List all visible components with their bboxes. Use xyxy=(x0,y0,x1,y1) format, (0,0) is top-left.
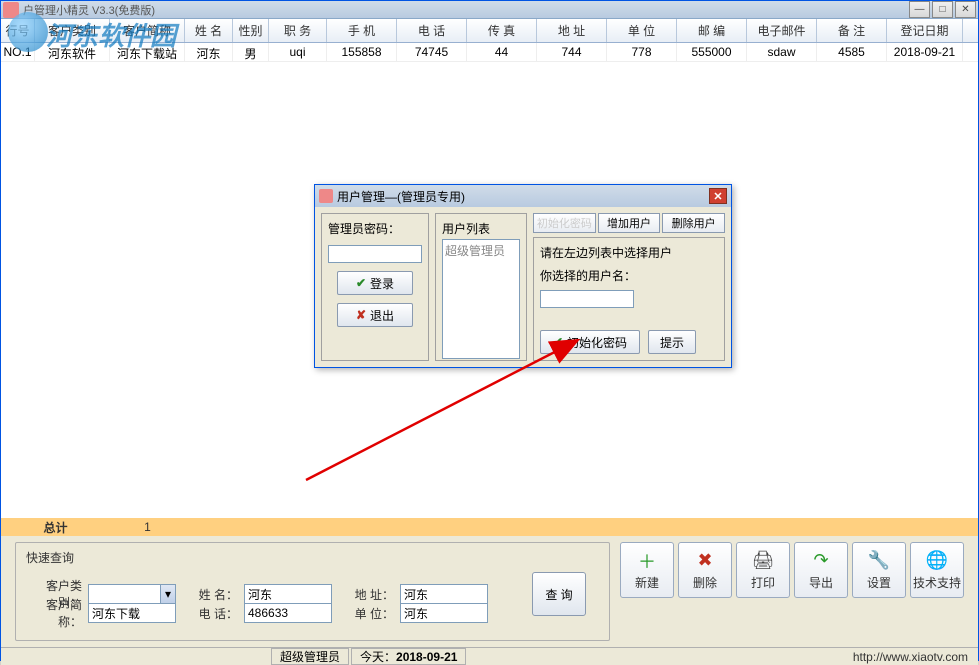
table-row[interactable]: NO.1河东软件河东下载站河东男uqi155858747454474477855… xyxy=(1,43,978,62)
tool-icon: 🖨 xyxy=(752,550,774,572)
check-icon: ✔ xyxy=(356,276,366,290)
tool-设置[interactable]: 🔧设置 xyxy=(852,542,906,598)
hint-button[interactable]: 提示 xyxy=(648,330,696,354)
unit-input[interactable] xyxy=(400,603,488,623)
hint-text: 请在左边列表中选择用户 xyxy=(540,244,718,261)
grid-header: 行号客户类别客户简称姓 名性别职 务手 机电 话传 真地 址单 位邮 编电子邮件… xyxy=(1,19,978,43)
tool-icon: ＋ xyxy=(636,550,658,572)
quick-search: 快速查询 客户类别： ▾ 姓 名： 地 址： 查 询 客户简称： 电 话： xyxy=(15,542,610,641)
col-header[interactable]: 邮 编 xyxy=(677,19,747,42)
app-icon xyxy=(3,2,19,18)
tool-技术支持[interactable]: 🌐技术支持 xyxy=(910,542,964,598)
search-title: 快速查询 xyxy=(26,549,599,566)
close-button[interactable]: ✕ xyxy=(955,1,976,18)
cell[interactable]: 44 xyxy=(467,43,537,61)
col-header[interactable]: 传 真 xyxy=(467,19,537,42)
titlebar[interactable]: 户管理小精灵 V3.3(免费版) — □ ✕ xyxy=(1,1,978,19)
col-header[interactable]: 手 机 xyxy=(327,19,397,42)
cell[interactable]: uqi xyxy=(269,43,327,61)
selected-label: 你选择的用户名： xyxy=(540,267,718,284)
status-bar: 超级管理员 今天：2018-09-21 http://www.xiaotv.co… xyxy=(1,647,978,665)
cell[interactable]: 河东下载站 xyxy=(110,43,185,61)
selected-user-input[interactable] xyxy=(540,290,634,308)
user-manage-dialog[interactable]: 用户管理—(管理员专用) ✕ 管理员密码： ✔登录 ✘退出 用户列表 超级管理员… xyxy=(314,184,732,368)
cell[interactable]: 155858 xyxy=(327,43,397,61)
cell[interactable]: 778 xyxy=(607,43,677,61)
col-header[interactable]: 地 址 xyxy=(537,19,607,42)
status-user: 超级管理员 xyxy=(271,648,349,665)
cell[interactable]: 4585 xyxy=(817,43,887,61)
admin-pwd-label: 管理员密码： xyxy=(328,220,400,237)
exit-button[interactable]: ✘退出 xyxy=(337,303,413,327)
dialog-title: 用户管理—(管理员专用) xyxy=(337,188,709,205)
window-title: 户管理小精灵 V3.3(免费版) xyxy=(23,2,909,18)
tool-打印[interactable]: 🖨打印 xyxy=(736,542,790,598)
status-url[interactable]: http://www.xiaotv.com xyxy=(853,650,978,664)
init-pwd-button[interactable]: ✔初始化密码 xyxy=(540,330,640,354)
tab-del-user[interactable]: 删除用户 xyxy=(662,213,725,233)
tab-init-pwd[interactable]: 初始化密码 xyxy=(533,213,596,233)
action-panel: 初始化密码 增加用户 删除用户 请在左边列表中选择用户 你选择的用户名： ✔初始… xyxy=(533,213,725,361)
tool-icon: ↷ xyxy=(810,550,832,572)
total-count: 1 xyxy=(110,520,185,534)
status-date: 今天：2018-09-21 xyxy=(351,648,466,665)
tool-删除[interactable]: ✖删除 xyxy=(678,542,732,598)
tool-icon: 🌐 xyxy=(926,550,948,572)
tool-icon: 🔧 xyxy=(868,550,890,572)
cell[interactable]: 555000 xyxy=(677,43,747,61)
col-header[interactable]: 行号 xyxy=(1,19,35,42)
check-icon: ✔ xyxy=(553,335,563,349)
col-header[interactable]: 职 务 xyxy=(269,19,327,42)
short-label: 客户简称： xyxy=(26,596,82,630)
dialog-icon xyxy=(319,189,333,203)
cell[interactable]: 河东 xyxy=(185,43,233,61)
col-header[interactable]: 登记日期 xyxy=(887,19,963,42)
admin-pwd-input[interactable] xyxy=(328,245,422,263)
x-icon: ✘ xyxy=(356,308,366,322)
unit-label: 单 位： xyxy=(338,605,394,622)
col-header[interactable]: 性别 xyxy=(233,19,269,42)
tool-icon: ✖ xyxy=(694,550,716,572)
cell[interactable]: NO.1 xyxy=(1,43,35,61)
bottom-panel: 快速查询 客户类别： ▾ 姓 名： 地 址： 查 询 客户简称： 电 话： xyxy=(1,536,978,647)
cell[interactable]: 河东软件 xyxy=(35,43,110,61)
login-button[interactable]: ✔登录 xyxy=(337,271,413,295)
tool-导出[interactable]: ↷导出 xyxy=(794,542,848,598)
col-header[interactable]: 客户类别 xyxy=(35,19,110,42)
login-panel: 管理员密码： ✔登录 ✘退出 xyxy=(321,213,429,361)
userlist-title: 用户列表 xyxy=(442,220,520,237)
action-toolbar: ＋新建✖删除🖨打印↷导出🔧设置🌐技术支持 xyxy=(620,542,964,598)
col-header[interactable]: 电 话 xyxy=(397,19,467,42)
cell[interactable]: 2018-09-21 xyxy=(887,43,963,61)
tool-新建[interactable]: ＋新建 xyxy=(620,542,674,598)
min-button[interactable]: — xyxy=(909,1,930,18)
cell[interactable]: 男 xyxy=(233,43,269,61)
dialog-titlebar[interactable]: 用户管理—(管理员专用) ✕ xyxy=(315,185,731,207)
col-header[interactable]: 姓 名 xyxy=(185,19,233,42)
col-header[interactable]: 备 注 xyxy=(817,19,887,42)
tab-add-user[interactable]: 增加用户 xyxy=(598,213,661,233)
short-input[interactable] xyxy=(88,603,176,623)
max-button[interactable]: □ xyxy=(932,1,953,18)
user-listbox[interactable]: 超级管理员 xyxy=(442,239,520,359)
dialog-close-button[interactable]: ✕ xyxy=(709,188,727,204)
col-header[interactable]: 电子邮件 xyxy=(747,19,817,42)
tel-label: 电 话： xyxy=(182,605,238,622)
grid-footer: 总计 1 xyxy=(1,518,978,536)
cell[interactable]: 744 xyxy=(537,43,607,61)
cell[interactable]: sdaw xyxy=(747,43,817,61)
col-header[interactable]: 客户简称 xyxy=(110,19,185,42)
total-label: 总计 xyxy=(1,519,110,536)
tel-input[interactable] xyxy=(244,603,332,623)
user-list-panel: 用户列表 超级管理员 xyxy=(435,213,527,361)
col-header[interactable]: 单 位 xyxy=(607,19,677,42)
cell[interactable]: 74745 xyxy=(397,43,467,61)
